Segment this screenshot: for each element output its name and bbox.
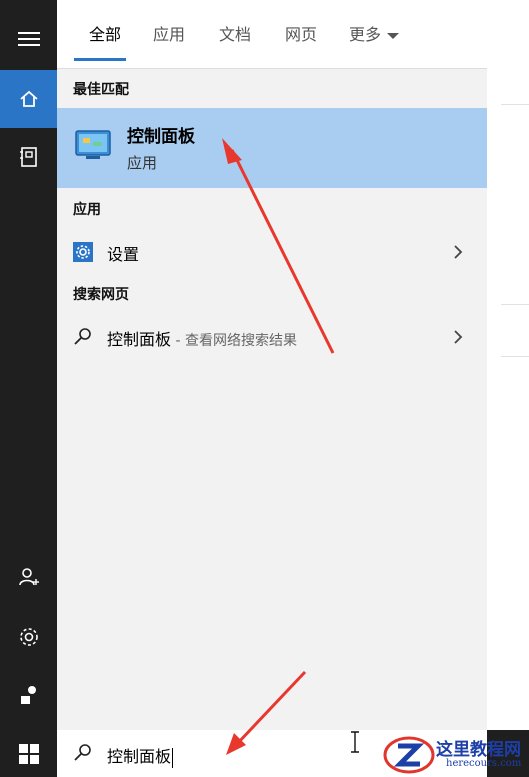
search-value: 控制面板 bbox=[107, 747, 172, 766]
gear-icon bbox=[19, 628, 38, 646]
web-result-label: 控制面板 - 查看网络搜索结果 bbox=[107, 326, 297, 350]
chevron-right-icon[interactable] bbox=[453, 329, 463, 345]
chevron-down-icon bbox=[387, 32, 400, 39]
watermark-title: 这里教程网 bbox=[436, 740, 521, 760]
best-match-subtitle: 应用 bbox=[127, 154, 158, 172]
tab-all[interactable]: 全部 bbox=[89, 22, 121, 48]
start-button[interactable] bbox=[0, 730, 57, 777]
feedback-icon bbox=[20, 686, 36, 704]
preview-divider bbox=[501, 104, 529, 105]
search-icon bbox=[74, 744, 91, 761]
notebook-icon bbox=[19, 147, 37, 167]
preview-pane bbox=[487, 68, 529, 730]
tab-more[interactable]: 更多 bbox=[349, 22, 400, 48]
search-input[interactable]: 控制面板 bbox=[107, 743, 174, 768]
tab-documents[interactable]: 文档 bbox=[219, 22, 251, 48]
search-results-panel: 全部 应用 文档 网页 更多 最佳匹配 控制面板 应用 应用 设置 搜索网页 控… bbox=[57, 0, 529, 730]
app-result-label: 设置 bbox=[107, 245, 140, 264]
active-tab-underline bbox=[74, 58, 126, 61]
tab-more-label: 更多 bbox=[349, 25, 382, 44]
watermark-url: herecours.com bbox=[446, 758, 522, 769]
account-button[interactable] bbox=[0, 548, 57, 606]
home-icon bbox=[19, 90, 38, 107]
control-panel-icon bbox=[75, 130, 111, 159]
user-add-icon bbox=[18, 568, 39, 586]
section-apps: 应用 bbox=[73, 202, 101, 218]
windows-logo-icon bbox=[18, 743, 39, 764]
preview-divider bbox=[501, 356, 529, 357]
settings-gear-icon bbox=[73, 242, 93, 262]
chevron-right-icon[interactable] bbox=[453, 244, 463, 260]
section-web: 搜索网页 bbox=[73, 287, 129, 303]
home-button[interactable] bbox=[0, 70, 57, 128]
menu-button[interactable] bbox=[0, 10, 57, 68]
best-match-item[interactable]: 控制面板 应用 bbox=[57, 108, 487, 188]
hamburger-menu-icon bbox=[17, 32, 40, 46]
text-caret bbox=[172, 747, 174, 768]
best-match-title: 控制面板 bbox=[127, 127, 195, 147]
tab-apps[interactable]: 应用 bbox=[153, 22, 185, 48]
feedback-button[interactable] bbox=[0, 666, 57, 724]
section-best-match: 最佳匹配 bbox=[73, 82, 129, 98]
tab-web[interactable]: 网页 bbox=[285, 22, 317, 48]
web-result-query: 控制面板 bbox=[107, 330, 172, 349]
ibeam-cursor-icon bbox=[351, 731, 359, 753]
watermark-logo-icon bbox=[383, 736, 435, 774]
watermark: 这里教程网 herecours.com bbox=[380, 733, 529, 777]
left-rail bbox=[0, 0, 57, 730]
web-result-suffix: - 查看网络搜索结果 bbox=[171, 333, 297, 349]
web-result-control-panel[interactable]: 控制面板 - 查看网络搜索结果 bbox=[57, 317, 487, 357]
settings-button[interactable] bbox=[0, 608, 57, 666]
notebook-button[interactable] bbox=[0, 128, 57, 186]
filter-tabs: 全部 应用 文档 网页 更多 bbox=[57, 0, 529, 69]
preview-divider bbox=[501, 304, 529, 305]
search-icon bbox=[74, 328, 91, 345]
app-result-settings[interactable]: 设置 bbox=[57, 232, 487, 272]
